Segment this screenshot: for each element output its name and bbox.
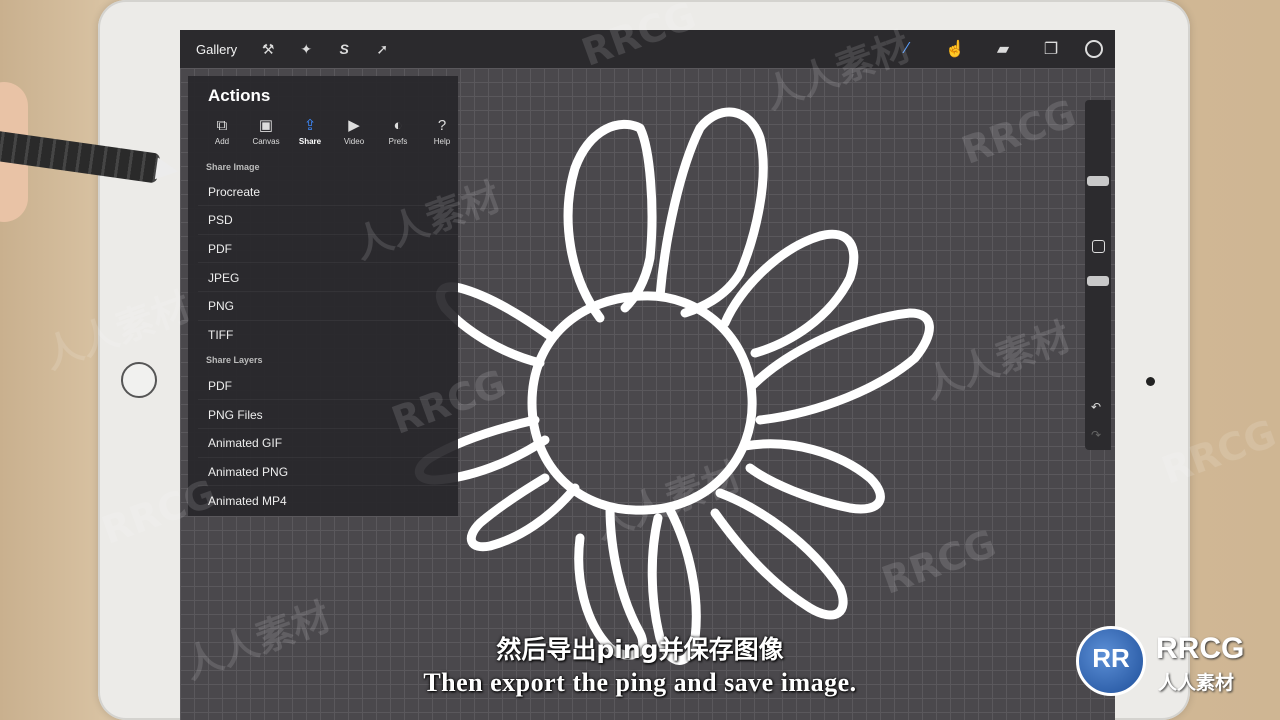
toolbar-right-group: ⁄ ☝ ▰ ❐ xyxy=(883,30,1105,68)
logo-mark: RR xyxy=(1092,643,1130,673)
share-tiff[interactable]: TIFF xyxy=(208,328,233,342)
logo-name: RRCG xyxy=(1156,632,1245,665)
share-png[interactable]: PNG xyxy=(208,299,234,313)
home-button[interactable] xyxy=(121,362,157,398)
divider xyxy=(198,291,458,292)
share-pdf[interactable]: PDF xyxy=(208,242,232,256)
prefs-toggle-icon: ◐ xyxy=(393,117,403,134)
divider xyxy=(198,320,458,321)
logo-subtitle: 人人素材 xyxy=(1158,672,1235,694)
tab-help[interactable]: ? Help xyxy=(420,116,464,146)
canvas-icon: ▣ xyxy=(258,117,274,134)
selection-s-icon[interactable]: S xyxy=(325,41,363,57)
camera-dot xyxy=(1146,377,1155,386)
share-procreate[interactable]: Procreate xyxy=(208,185,260,199)
video-icon: ▶ xyxy=(348,117,360,134)
share-animated-mp4[interactable]: Animated MP4 xyxy=(208,494,287,508)
tab-label: Prefs xyxy=(388,137,408,146)
rrcg-logo: RR RRCG 人人素材 xyxy=(1076,626,1276,696)
tab-share[interactable]: ⇪ Share xyxy=(288,116,332,146)
color-picker-icon[interactable] xyxy=(1085,40,1103,58)
share-animated-png[interactable]: Animated PNG xyxy=(208,465,288,479)
petal xyxy=(710,488,848,620)
add-icon: ⧉ xyxy=(216,117,228,134)
petal xyxy=(740,439,885,514)
share-icon: ⇪ xyxy=(303,117,317,134)
tab-label: Canvas xyxy=(252,137,280,146)
actions-panel: Actions ⧉ Add ▣ Canvas ⇪ Share ▶ Video ◐… xyxy=(188,76,458,516)
redo-icon[interactable]: ↷ xyxy=(1091,428,1101,442)
tab-canvas[interactable]: ▣ Canvas xyxy=(244,116,288,146)
tab-label: Help xyxy=(433,137,451,146)
petal xyxy=(466,473,580,552)
share-image-header: Share Image xyxy=(206,162,260,172)
help-icon: ? xyxy=(437,117,447,134)
share-png-files[interactable]: PNG Files xyxy=(208,408,263,422)
undo-icon[interactable]: ↶ xyxy=(1091,400,1101,414)
tab-label: Video xyxy=(343,137,365,146)
share-layers-header: Share Layers xyxy=(206,355,263,365)
smudge-icon[interactable]: ☝ xyxy=(931,39,979,59)
share-psd[interactable]: PSD xyxy=(208,213,233,227)
eraser-icon[interactable]: ▰ xyxy=(979,39,1027,59)
modify-button-icon[interactable] xyxy=(1092,240,1105,253)
brush-size-opacity-sidebar: ↶ ↷ xyxy=(1085,100,1111,450)
gallery-button[interactable]: Gallery xyxy=(196,42,237,57)
share-animated-gif[interactable]: Animated GIF xyxy=(208,436,282,450)
actions-title: Actions xyxy=(208,86,271,105)
divider xyxy=(198,262,458,263)
transform-arrow-icon[interactable]: ➚ xyxy=(363,41,401,58)
actions-tabs: ⧉ Add ▣ Canvas ⇪ Share ▶ Video ◐ Prefs ?… xyxy=(200,116,464,146)
pencil-tip xyxy=(154,157,180,183)
brush-size-slider[interactable] xyxy=(1087,176,1109,186)
tab-video[interactable]: ▶ Video xyxy=(332,116,376,146)
tab-label: Share xyxy=(298,137,322,146)
divider xyxy=(198,457,458,458)
petal xyxy=(563,119,657,323)
layers-icon[interactable]: ❐ xyxy=(1027,39,1075,59)
wrench-icon[interactable]: ⚒ xyxy=(249,41,287,58)
magic-wand-icon[interactable]: ✦ xyxy=(287,41,325,58)
tab-label: Add xyxy=(214,137,230,146)
divider xyxy=(198,485,458,486)
tab-prefs[interactable]: ◐ Prefs xyxy=(376,116,420,146)
tab-add[interactable]: ⧉ Add xyxy=(200,116,244,146)
opacity-slider[interactable] xyxy=(1087,276,1109,286)
share-layers-pdf[interactable]: PDF xyxy=(208,379,232,393)
petal xyxy=(747,308,934,425)
share-jpeg[interactable]: JPEG xyxy=(208,271,239,285)
